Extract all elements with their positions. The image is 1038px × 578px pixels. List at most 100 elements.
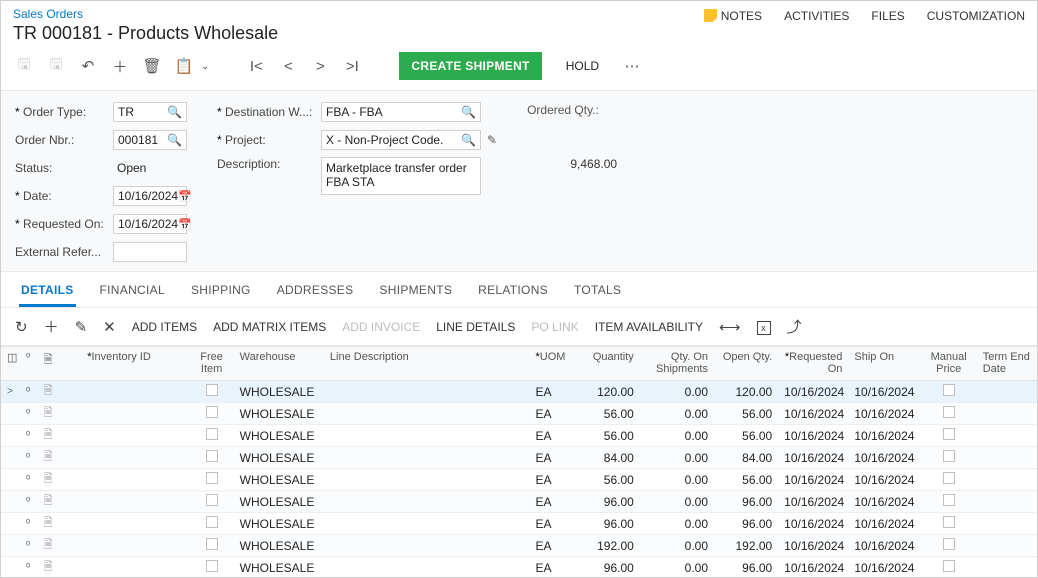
external-ref-input[interactable] (113, 242, 187, 262)
cell-qty-shipments[interactable]: 0.00 (640, 535, 714, 557)
cell-line-description[interactable] (324, 469, 530, 491)
calendar-icon[interactable]: 📅 (178, 190, 192, 203)
col-line-description[interactable]: Line Description (324, 347, 530, 381)
cell-open-qty[interactable]: 120.00 (714, 381, 778, 403)
col-ship-on[interactable]: Ship On (848, 347, 920, 381)
order-nbr-input[interactable]: 000181🔍 (113, 130, 187, 150)
cell-uom[interactable]: EA (530, 491, 578, 513)
row-notes-icon[interactable]: 🗎 (37, 491, 59, 513)
cell-inventory[interactable] (81, 447, 189, 469)
upload-icon[interactable]: ⤴ (787, 316, 802, 337)
cell-term-end-date[interactable] (977, 403, 1037, 425)
cell-open-qty[interactable]: 56.00 (714, 403, 778, 425)
cell-term-end-date[interactable] (977, 381, 1037, 403)
search-icon[interactable]: 🔍 (461, 105, 476, 119)
table-row[interactable]: ⁰🗎WHOLESALEEA96.000.0096.0010/16/202410/… (1, 491, 1037, 513)
last-icon[interactable]: >I (343, 57, 361, 75)
add-icon[interactable]: ＋ (111, 57, 129, 75)
cell-free-item[interactable] (190, 557, 234, 578)
row-notes-icon[interactable]: 🗎 (37, 403, 59, 425)
cell-quantity[interactable]: 96.00 (578, 557, 640, 578)
order-type-input[interactable]: TR🔍 (113, 102, 187, 122)
cell-open-qty[interactable]: 56.00 (714, 425, 778, 447)
cell-uom[interactable]: EA (530, 381, 578, 403)
item-availability-button[interactable]: ITEM AVAILABILITY (595, 320, 703, 334)
cell-inventory[interactable] (81, 469, 189, 491)
undo-icon[interactable]: ↶ (79, 57, 97, 75)
search-icon[interactable]: 🔍 (461, 133, 476, 147)
table-row[interactable]: ⁰🗎WHOLESALEEA56.000.0056.0010/16/202410/… (1, 469, 1037, 491)
project-input[interactable]: X - Non-Project Code.🔍 (321, 130, 481, 150)
cell-uom[interactable]: EA (530, 403, 578, 425)
table-row[interactable]: ⁰🗎WHOLESALEEA56.000.0056.0010/16/202410/… (1, 403, 1037, 425)
hold-button[interactable]: HOLD (556, 52, 609, 80)
col-notes[interactable]: 🗎 (37, 347, 59, 381)
row-notes-icon[interactable]: 🗎 (37, 447, 59, 469)
cell-requested-on[interactable]: 10/16/2024 (778, 447, 848, 469)
cell-free-item[interactable] (190, 403, 234, 425)
tab-shipments[interactable]: SHIPMENTS (377, 273, 454, 307)
cell-manual-price[interactable] (921, 447, 977, 469)
cell-line-description[interactable] (324, 425, 530, 447)
cell-warehouse[interactable]: WHOLESALE (234, 447, 324, 469)
cell-quantity[interactable]: 96.00 (578, 491, 640, 513)
cell-requested-on[interactable]: 10/16/2024 (778, 381, 848, 403)
grid-add-icon[interactable]: ＋ (44, 316, 59, 337)
fit-columns-icon[interactable]: ⟷ (719, 318, 741, 336)
cell-manual-price[interactable] (921, 557, 977, 578)
tab-financial[interactable]: FINANCIAL (98, 273, 167, 307)
cell-ship-on[interactable]: 10/16/2024 (848, 403, 920, 425)
calendar-icon[interactable]: 📅 (178, 218, 192, 231)
cell-ship-on[interactable]: 10/16/2024 (848, 491, 920, 513)
cell-uom[interactable]: EA (530, 557, 578, 578)
row-attach-icon[interactable]: ⁰ (19, 513, 37, 535)
cell-qty-shipments[interactable]: 0.00 (640, 381, 714, 403)
cell-term-end-date[interactable] (977, 513, 1037, 535)
cell-term-end-date[interactable] (977, 469, 1037, 491)
cell-qty-shipments[interactable]: 0.00 (640, 425, 714, 447)
col-requested-on[interactable]: *Requested On (778, 347, 848, 381)
cell-manual-price[interactable] (921, 469, 977, 491)
cell-inventory[interactable] (81, 491, 189, 513)
search-icon[interactable]: 🔍 (167, 133, 182, 147)
cell-manual-price[interactable] (921, 513, 977, 535)
cell-warehouse[interactable]: WHOLESALE (234, 425, 324, 447)
customization-link[interactable]: CUSTOMIZATION (927, 9, 1025, 23)
cell-manual-price[interactable] (921, 403, 977, 425)
breadcrumb[interactable]: Sales Orders (13, 7, 278, 21)
row-attach-icon[interactable]: ⁰ (19, 491, 37, 513)
col-open-qty[interactable]: Open Qty. (714, 347, 778, 381)
cell-ship-on[interactable]: 10/16/2024 (848, 469, 920, 491)
cell-quantity[interactable]: 96.00 (578, 513, 640, 535)
cell-free-item[interactable] (190, 469, 234, 491)
cell-qty-shipments[interactable]: 0.00 (640, 557, 714, 578)
add-matrix-items-button[interactable]: ADD MATRIX ITEMS (213, 320, 326, 334)
cell-quantity[interactable]: 56.00 (578, 425, 640, 447)
grid-delete-icon[interactable]: ✕ (103, 318, 116, 336)
cell-ship-on[interactable]: 10/16/2024 (848, 557, 920, 578)
cell-inventory[interactable] (81, 425, 189, 447)
edit-project-icon[interactable]: ✎ (487, 133, 497, 147)
grid[interactable]: ◫ ⁰ 🗎 *Inventory ID Free Item Warehouse … (1, 346, 1037, 578)
cell-requested-on[interactable]: 10/16/2024 (778, 403, 848, 425)
refresh-icon[interactable]: ↻ (15, 318, 28, 336)
col-warehouse[interactable]: Warehouse (234, 347, 324, 381)
cell-quantity[interactable]: 56.00 (578, 469, 640, 491)
row-attach-icon[interactable]: ⁰ (19, 557, 37, 578)
delete-icon[interactable]: 🗑 (143, 57, 161, 75)
col-uom[interactable]: *UOM (530, 347, 578, 381)
cell-quantity[interactable]: 84.00 (578, 447, 640, 469)
table-row[interactable]: ⁰🗎WHOLESALEEA192.000.00192.0010/16/20241… (1, 535, 1037, 557)
date-input[interactable]: 10/16/2024📅 (113, 186, 187, 206)
line-details-button[interactable]: LINE DETAILS (436, 320, 515, 334)
cell-ship-on[interactable]: 10/16/2024 (848, 535, 920, 557)
cell-qty-shipments[interactable]: 0.00 (640, 513, 714, 535)
cell-qty-shipments[interactable]: 0.00 (640, 403, 714, 425)
first-icon[interactable]: I< (247, 57, 265, 75)
cell-quantity[interactable]: 192.00 (578, 535, 640, 557)
cell-uom[interactable]: EA (530, 535, 578, 557)
clipboard-caret-icon[interactable]: ⌄ (201, 61, 209, 72)
cell-line-description[interactable] (324, 557, 530, 578)
table-row[interactable]: ⁰🗎WHOLESALEEA56.000.0056.0010/16/202410/… (1, 425, 1037, 447)
cell-free-item[interactable] (190, 447, 234, 469)
